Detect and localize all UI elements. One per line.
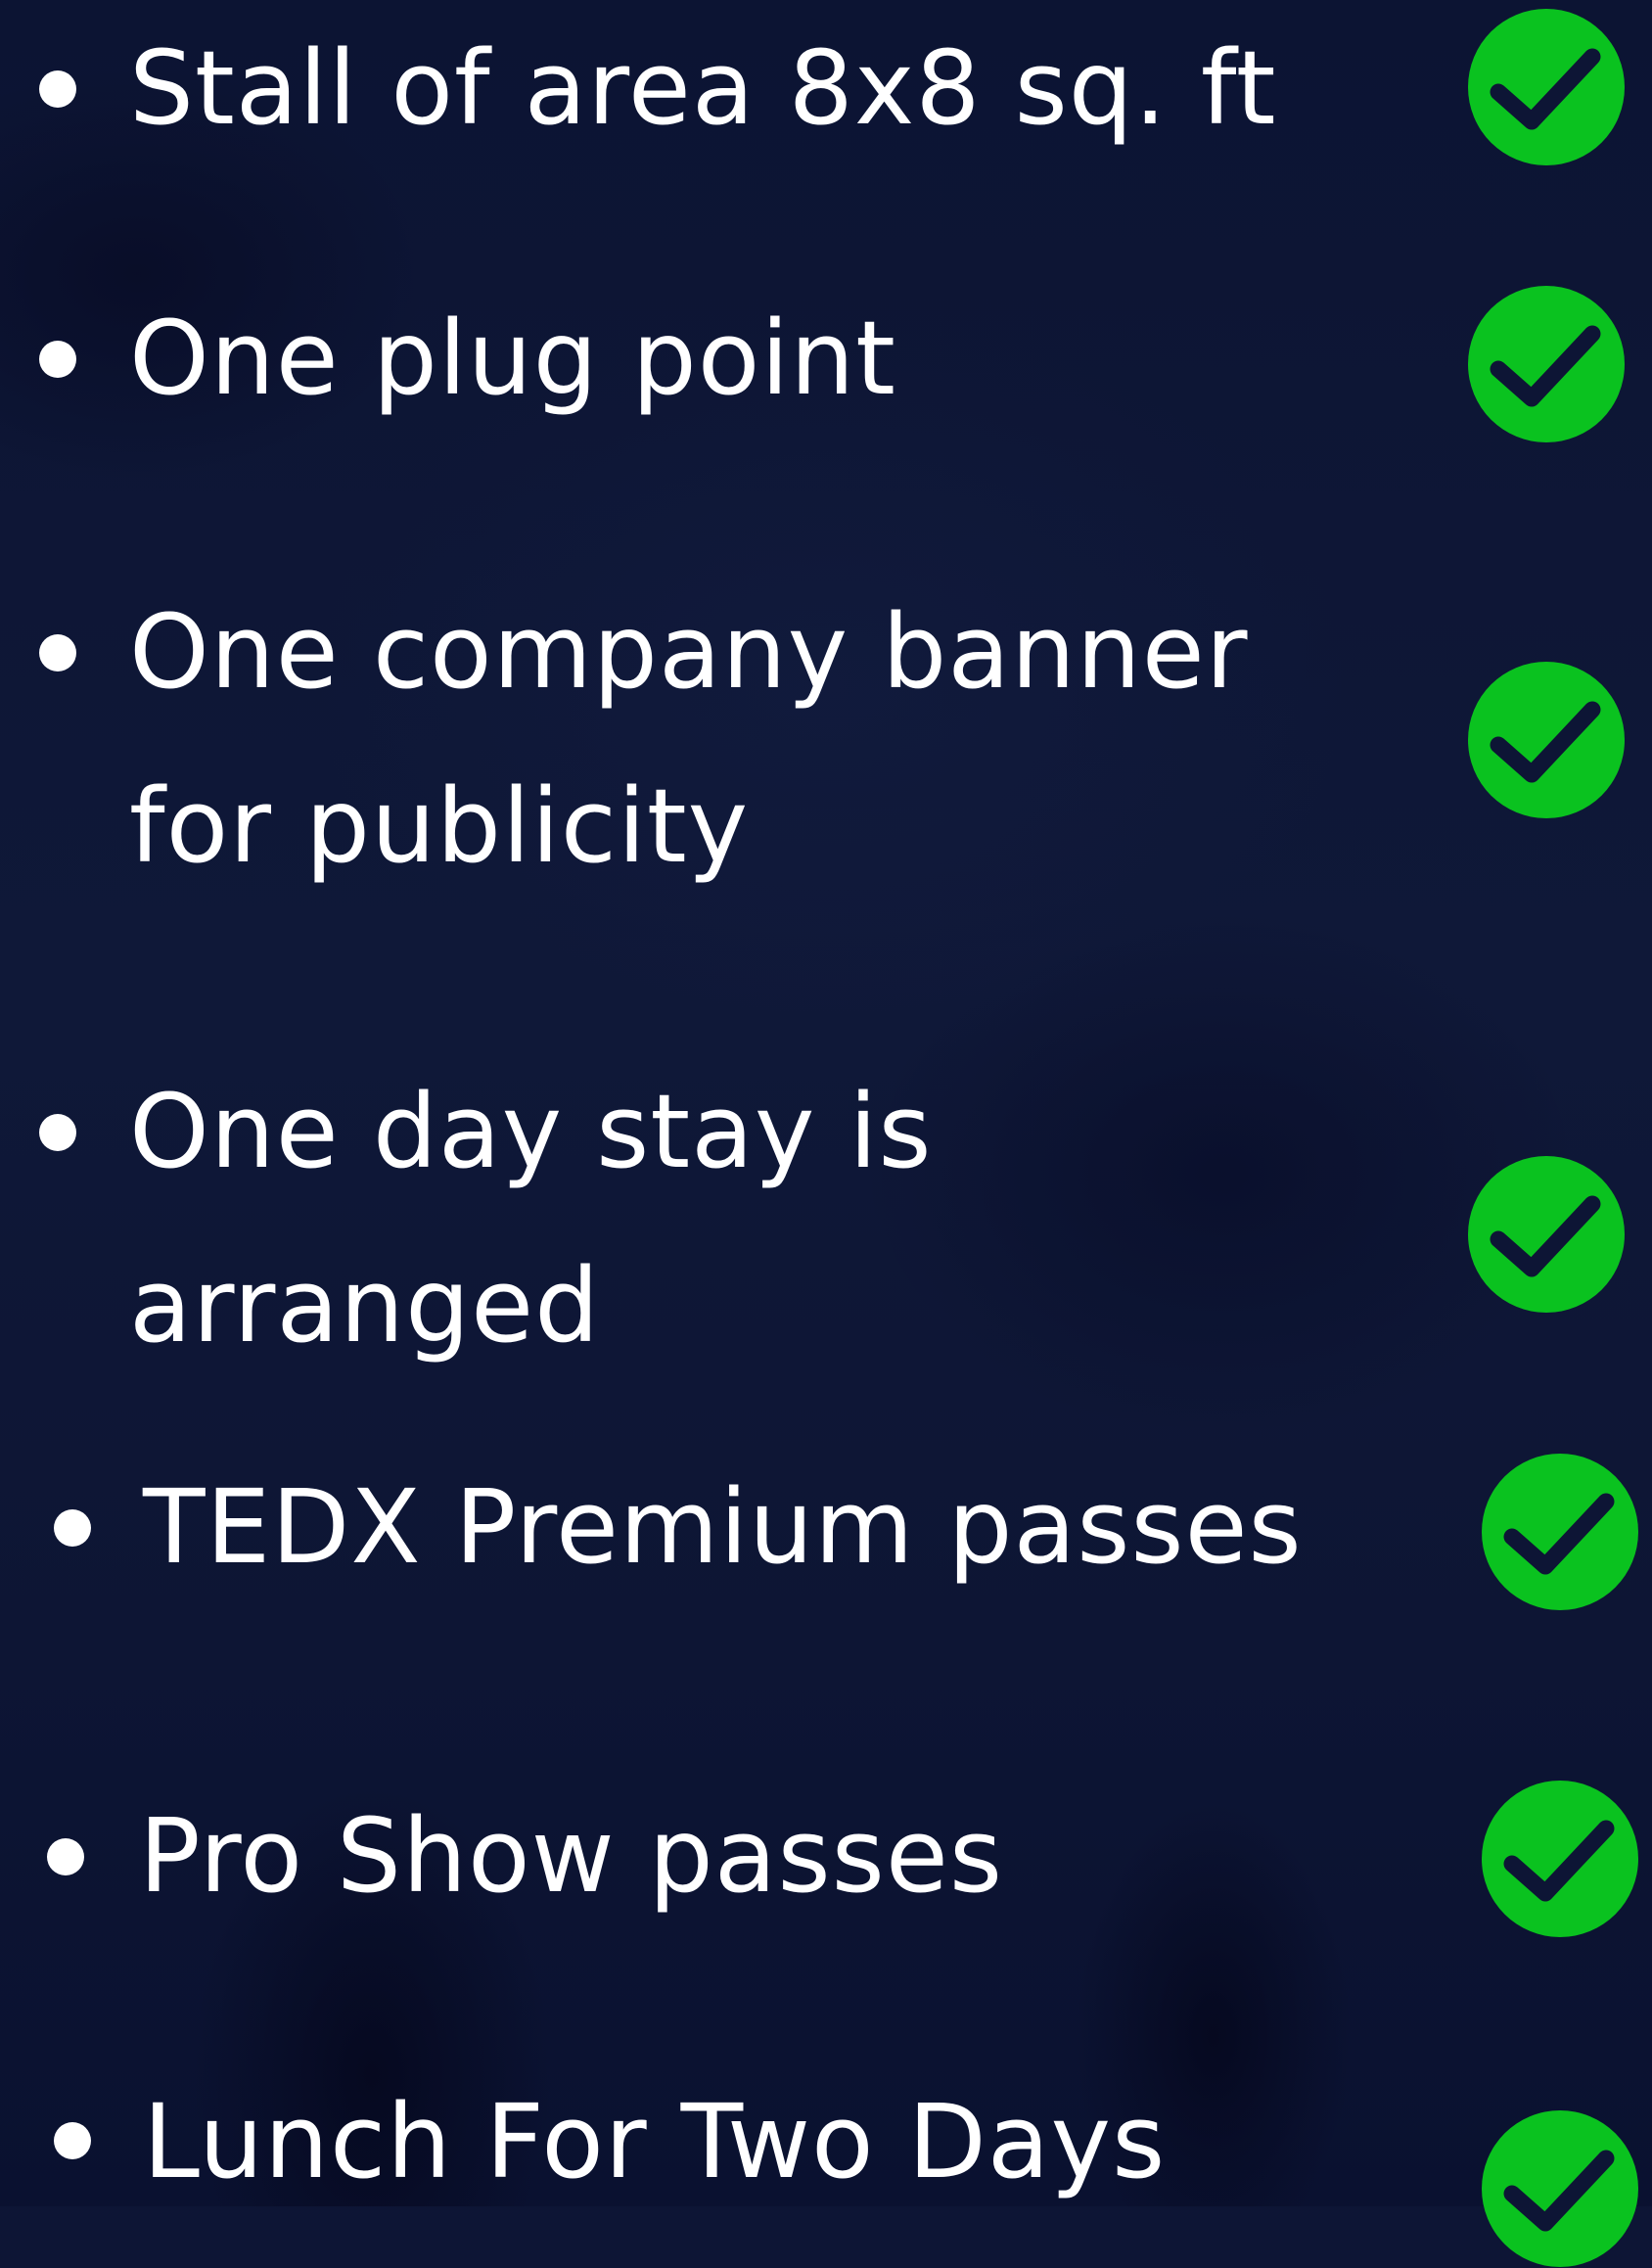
list-item-text: for publicity [129, 766, 750, 886]
list-item-text: TEDX Premium passes [143, 1467, 1303, 1587]
list-item-text: Lunch For Two Days [143, 2082, 1167, 2201]
check-circle-icon [1481, 2109, 1639, 2268]
list-item-text: One day stay is [129, 1072, 933, 1191]
check-circle-icon [1467, 1155, 1626, 1314]
bullet-dot [39, 70, 76, 108]
list-item-text: Stall of area 8x8 sq. ft [129, 28, 1277, 148]
list-item-text: One plug point [129, 299, 896, 418]
check-circle-icon [1481, 1780, 1639, 1938]
check-circle-icon [1467, 285, 1626, 443]
list-item-text: arranged [129, 1246, 601, 1365]
bullet-dot [39, 341, 76, 378]
bullet-dot [47, 1838, 84, 1875]
bullet-dot [54, 2122, 91, 2159]
check-circle-icon [1467, 661, 1626, 819]
bullet-dot [54, 1509, 91, 1547]
list-item-text: One company banner [129, 592, 1249, 712]
bullet-dot [39, 1114, 76, 1151]
check-circle-icon [1467, 8, 1626, 166]
list-item-text: Pro Show passes [139, 1796, 1004, 1916]
bullet-dot [39, 634, 76, 671]
check-circle-icon [1481, 1453, 1639, 1611]
